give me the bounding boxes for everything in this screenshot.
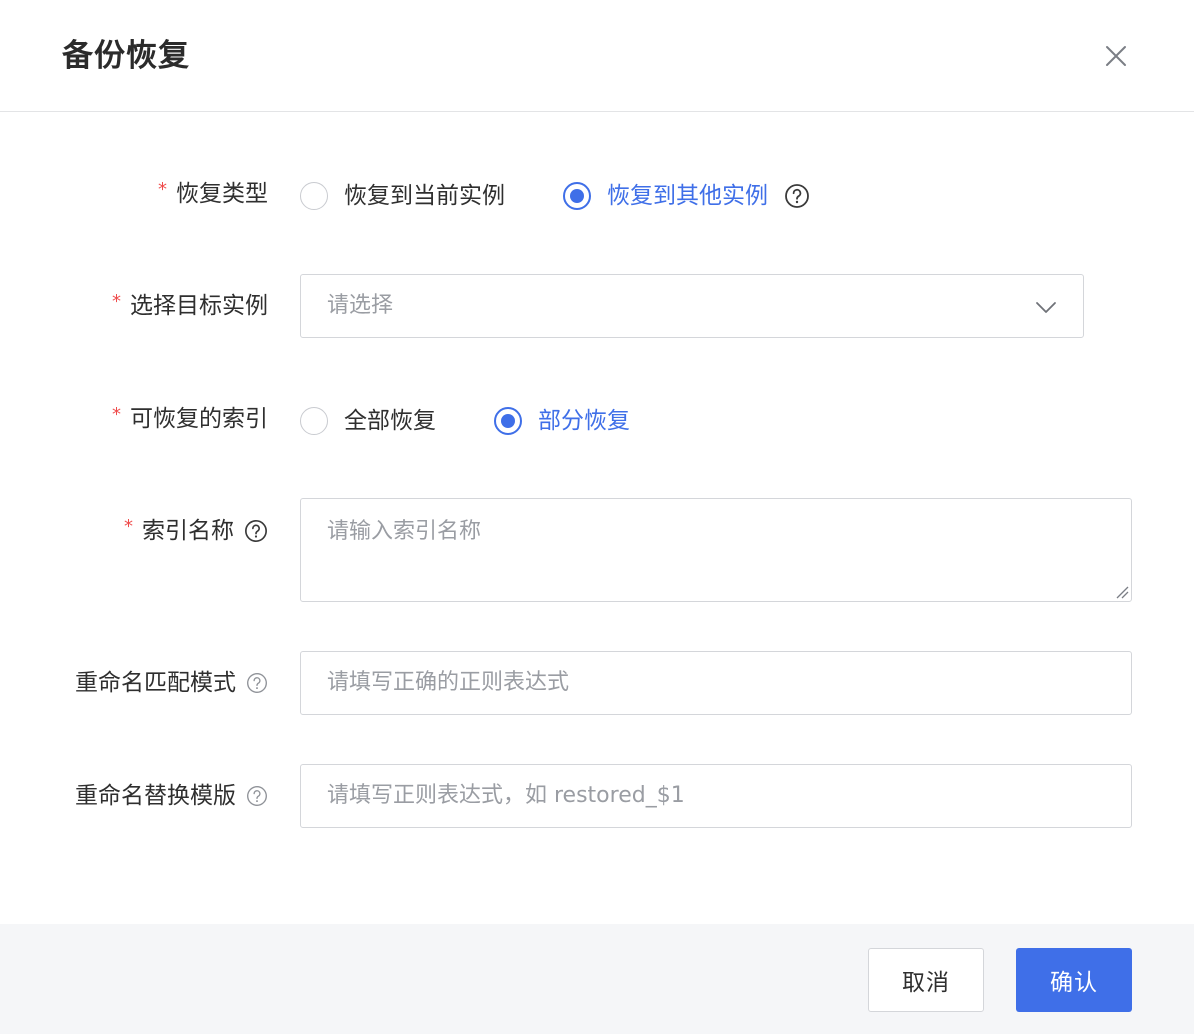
dialog-footer: 取消 确认 [0, 924, 1194, 1034]
cancel-button[interactable]: 取消 [868, 948, 984, 1012]
dialog-title: 备份恢复 [62, 38, 190, 74]
backup-restore-dialog: 备份恢复 * 恢复类型 恢复到当前实例 恢复到其他实例 * 选择目标实例 请选择… [0, 0, 1194, 1034]
help-icon[interactable] [244, 519, 268, 543]
radio-label: 部分恢复 [538, 408, 630, 434]
restore-type-label: * 恢复类型 [158, 178, 268, 210]
index-name-textarea[interactable]: 请输入索引名称 [300, 498, 1132, 602]
input-placeholder: 请填写正则表达式，如 restored_$1 [327, 783, 685, 808]
radio-circle[interactable] [300, 182, 328, 210]
close-icon [1106, 46, 1126, 66]
radio-restore-current-instance[interactable]: 恢复到当前实例 [300, 180, 505, 212]
target-instance-label: * 选择目标实例 [112, 290, 268, 322]
radio-restore-all[interactable]: 全部恢复 [300, 405, 436, 437]
help-icon[interactable] [784, 183, 810, 209]
close-button[interactable] [1100, 40, 1132, 72]
rename-template-input[interactable]: 请填写正则表达式，如 restored_$1 [300, 764, 1132, 828]
textarea-placeholder: 请输入索引名称 [327, 519, 482, 544]
target-instance-select[interactable]: 请选择 [300, 274, 1084, 338]
restore-type-radio-group: 恢复到当前实例 恢复到其他实例 [300, 180, 810, 212]
rename-pattern-label-text: 重命名匹配模式 [75, 670, 236, 696]
radio-label: 全部恢复 [344, 408, 436, 434]
index-name-label-text: 索引名称 [142, 518, 234, 544]
radio-circle[interactable] [300, 407, 328, 435]
radio-circle-checked[interactable] [494, 407, 522, 435]
restore-type-label-text: 恢复类型 [176, 181, 268, 207]
chevron-down-icon [1036, 302, 1056, 313]
required-mark: * [158, 179, 167, 200]
required-mark: * [112, 291, 121, 312]
restorable-index-label: * 可恢复的索引 [112, 403, 268, 435]
confirm-button[interactable]: 确认 [1016, 948, 1132, 1012]
required-mark: * [124, 516, 133, 537]
rename-pattern-input[interactable]: 请填写正确的正则表达式 [300, 651, 1132, 715]
rename-pattern-label: 重命名匹配模式 [75, 667, 268, 699]
radio-label: 恢复到其他实例 [607, 183, 768, 209]
radio-restore-partial[interactable]: 部分恢复 [494, 405, 630, 437]
dialog-header: 备份恢复 [0, 0, 1194, 112]
input-placeholder: 请填写正确的正则表达式 [327, 670, 570, 695]
index-name-label: * 索引名称 [124, 515, 268, 547]
radio-circle-checked[interactable] [563, 182, 591, 210]
target-instance-label-text: 选择目标实例 [130, 293, 268, 319]
rename-template-label-text: 重命名替换模版 [75, 783, 236, 809]
resize-handle-icon[interactable] [1113, 583, 1129, 599]
select-placeholder: 请选择 [327, 293, 394, 318]
help-icon[interactable] [246, 672, 268, 694]
required-mark: * [112, 404, 121, 425]
restorable-index-label-text: 可恢复的索引 [130, 406, 268, 432]
restorable-index-radio-group: 全部恢复 部分恢复 [300, 405, 630, 437]
radio-label: 恢复到当前实例 [344, 183, 505, 209]
help-icon[interactable] [246, 785, 268, 807]
radio-restore-other-instance[interactable]: 恢复到其他实例 [563, 180, 768, 212]
rename-template-label: 重命名替换模版 [75, 780, 268, 812]
